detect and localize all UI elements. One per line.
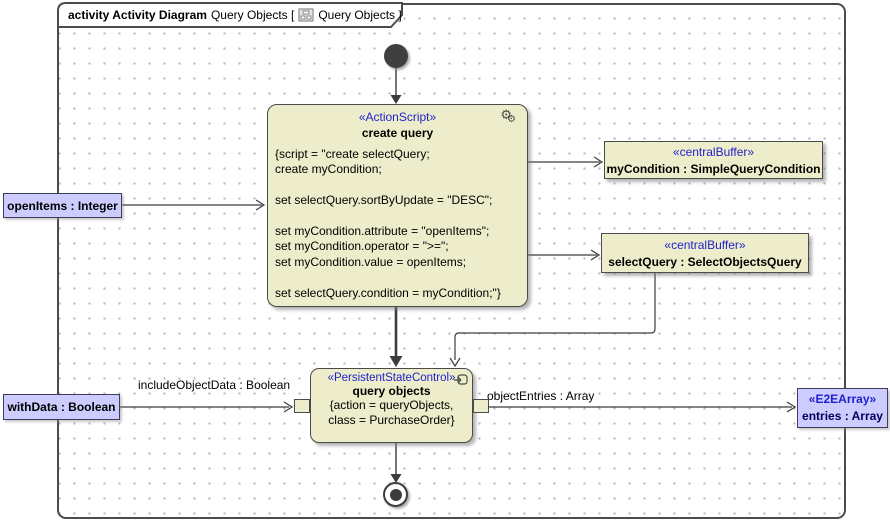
selectquery-stereotype: «centralBuffer» xyxy=(602,237,808,254)
create-query-title: create query xyxy=(268,126,527,140)
mycondition-name: myCondition : SimpleQueryCondition xyxy=(605,161,822,178)
frame-title-name: Query Objects [ xyxy=(211,8,294,22)
query-objects-body-line: class = PurchaseOrder} xyxy=(311,413,472,428)
script-line xyxy=(268,270,527,285)
gear-icon-small: ⚙ xyxy=(507,114,516,125)
param-open-items-label: openItems : Integer xyxy=(4,199,121,213)
create-query-stereotype: «ActionScript» xyxy=(268,110,527,124)
final-node[interactable] xyxy=(383,482,408,507)
script-line xyxy=(268,178,527,193)
central-buffer-mycondition[interactable]: «centralBuffer» myCondition : SimpleQuer… xyxy=(604,141,823,179)
activity-diagram-canvas: { "frame": { "title_bold": "activity Act… xyxy=(0,0,890,525)
frame-title-keyword: activity Activity Diagram xyxy=(68,8,207,22)
script-line: {script = "create selectQuery; xyxy=(268,147,527,162)
param-entries-stereotype: «E2EArray» xyxy=(798,391,887,408)
query-objects-body-line: {action = queryObjects, xyxy=(311,398,472,413)
final-node-dot xyxy=(390,489,402,501)
edge-label-object-entries[interactable]: objectEntries : Array xyxy=(487,389,594,403)
decomposition-icon xyxy=(453,372,469,386)
query-objects-stereotype: «PersistentStateControl» xyxy=(311,372,472,384)
script-line: set myCondition.value = openItems; xyxy=(268,255,527,270)
frame-title-suffix: Query Objects ] xyxy=(318,8,401,22)
action-create-query[interactable]: ⚙⚙ «ActionScript» create query {script =… xyxy=(267,104,528,307)
query-objects-title: query objects xyxy=(311,384,472,398)
initial-node[interactable] xyxy=(384,44,408,68)
param-with-data-label: withData : Boolean xyxy=(4,400,119,414)
input-pin-include-object-data[interactable] xyxy=(294,399,310,413)
script-line: set myCondition.operator = ">="; xyxy=(268,239,527,254)
mycondition-stereotype: «centralBuffer» xyxy=(605,144,822,161)
selectquery-name: selectQuery : SelectObjectsQuery xyxy=(602,254,808,271)
script-line: set selectQuery.condition = myCondition;… xyxy=(268,286,527,301)
frame-title: activity Activity Diagram Query Objects … xyxy=(68,8,402,22)
output-pin-object-entries[interactable] xyxy=(473,399,489,413)
param-with-data[interactable]: withData : Boolean xyxy=(3,394,120,420)
gears-icon: ⚙⚙ xyxy=(500,107,521,123)
script-line xyxy=(268,209,527,224)
activity-diagram-icon xyxy=(298,8,314,22)
script-line: create myCondition; xyxy=(268,162,527,177)
central-buffer-selectquery[interactable]: «centralBuffer» selectQuery : SelectObje… xyxy=(601,233,809,273)
edge-label-include-object-data[interactable]: includeObjectData : Boolean xyxy=(138,378,290,392)
param-entries[interactable]: «E2EArray» entries : Array xyxy=(797,388,888,428)
script-line: set myCondition.attribute = "openItems"; xyxy=(268,224,527,239)
script-line: set selectQuery.sortByUpdate = "DESC"; xyxy=(268,193,527,208)
param-open-items[interactable]: openItems : Integer xyxy=(3,193,122,218)
param-entries-label: entries : Array xyxy=(798,408,887,425)
action-query-objects[interactable]: «PersistentStateControl» query objects {… xyxy=(310,368,473,443)
